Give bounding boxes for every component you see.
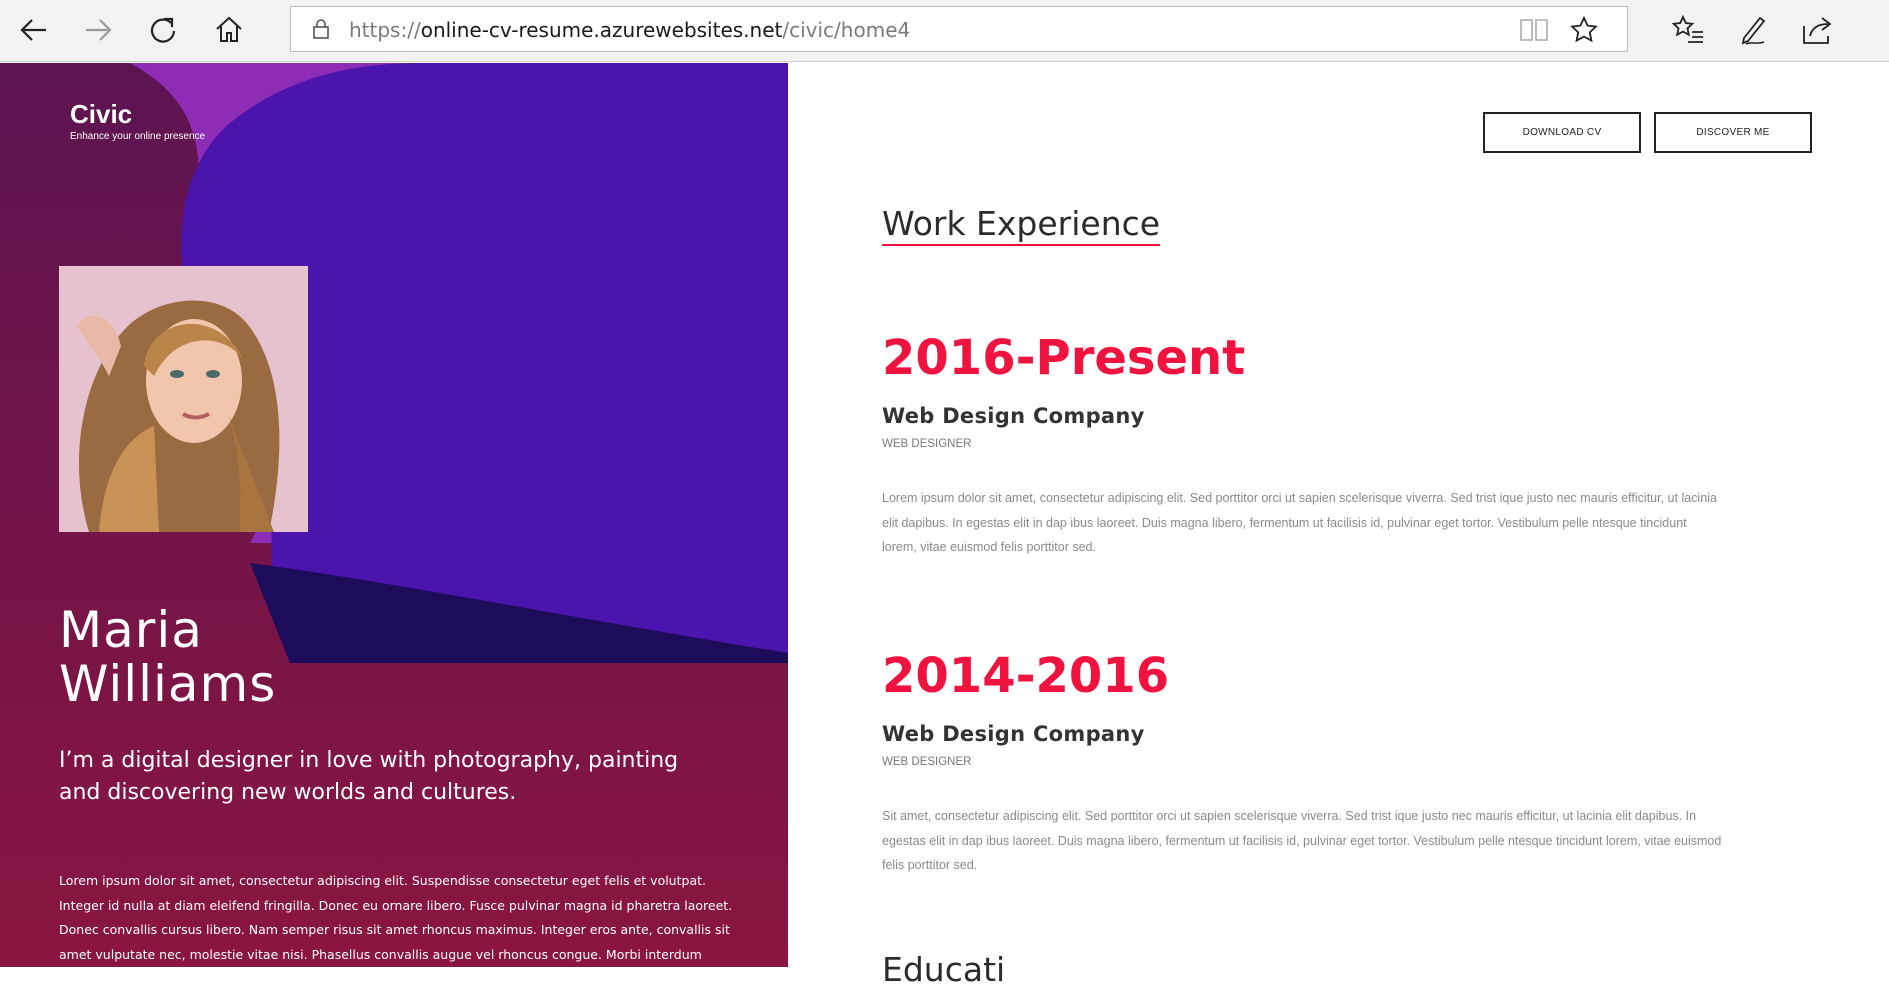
- brand-tagline: Enhance your online presence: [70, 131, 206, 142]
- forward-icon: [86, 19, 112, 41]
- favorites-list-button[interactable]: [1670, 12, 1706, 48]
- lock-icon: [313, 19, 329, 39]
- back-button[interactable]: [14, 10, 54, 50]
- job-role: WEB DESIGNER: [882, 756, 972, 768]
- job-company: Web Design Company: [882, 722, 1145, 746]
- forward-button[interactable]: [78, 10, 118, 50]
- job-company: Web Design Company: [882, 404, 1145, 428]
- discover-me-button[interactable]: DISCOVER ME: [1654, 112, 1812, 153]
- name-last: Williams: [59, 655, 277, 713]
- profile-photo: [59, 266, 308, 532]
- share-icon: [1803, 17, 1832, 44]
- portrait-image: [59, 266, 308, 532]
- favorites-list-icon: [1671, 14, 1703, 43]
- refresh-icon: [150, 17, 176, 43]
- pen-icon: [1741, 16, 1766, 45]
- pen-button[interactable]: [1736, 12, 1772, 48]
- name-first: Maria: [59, 601, 203, 659]
- home-icon: [216, 16, 242, 42]
- brand-title[interactable]: Civic: [70, 99, 132, 130]
- address-bar[interactable]: https://online-cv-resume.azurewebsites.n…: [290, 6, 1628, 52]
- bio-text: Lorem ipsum dolor sit amet, consectetur …: [59, 873, 733, 962]
- share-button[interactable]: [1800, 12, 1836, 48]
- hero-panel: Civic Enhance your online presence Maria…: [0, 63, 788, 967]
- section-title-work-experience: Work Experience: [882, 204, 1161, 246]
- home-button[interactable]: [209, 10, 249, 50]
- download-cv-button[interactable]: DOWNLOAD CV: [1483, 112, 1641, 153]
- favorite-star-icon[interactable]: [1569, 15, 1599, 45]
- job-description: Sit amet, consectetur adipiscing elit. S…: [882, 809, 1722, 872]
- reading-view-icon[interactable]: [1519, 16, 1549, 44]
- person-name: Maria Williams: [59, 603, 276, 711]
- intro-text: I’m a digital designer in love with phot…: [59, 748, 679, 805]
- refresh-button[interactable]: [143, 10, 183, 50]
- url-text: https://online-cv-resume.azurewebsites.n…: [349, 18, 911, 42]
- browser-toolbar: https://online-cv-resume.azurewebsites.n…: [0, 0, 1889, 62]
- section-title-education: Educati: [882, 950, 1006, 989]
- job-role: WEB DESIGNER: [882, 438, 972, 450]
- back-icon: [20, 19, 46, 41]
- job-years: 2016-Present: [882, 330, 1246, 386]
- job-years: 2014-2016: [882, 648, 1170, 704]
- job-description: Lorem ipsum dolor sit amet, consectetur …: [882, 491, 1717, 554]
